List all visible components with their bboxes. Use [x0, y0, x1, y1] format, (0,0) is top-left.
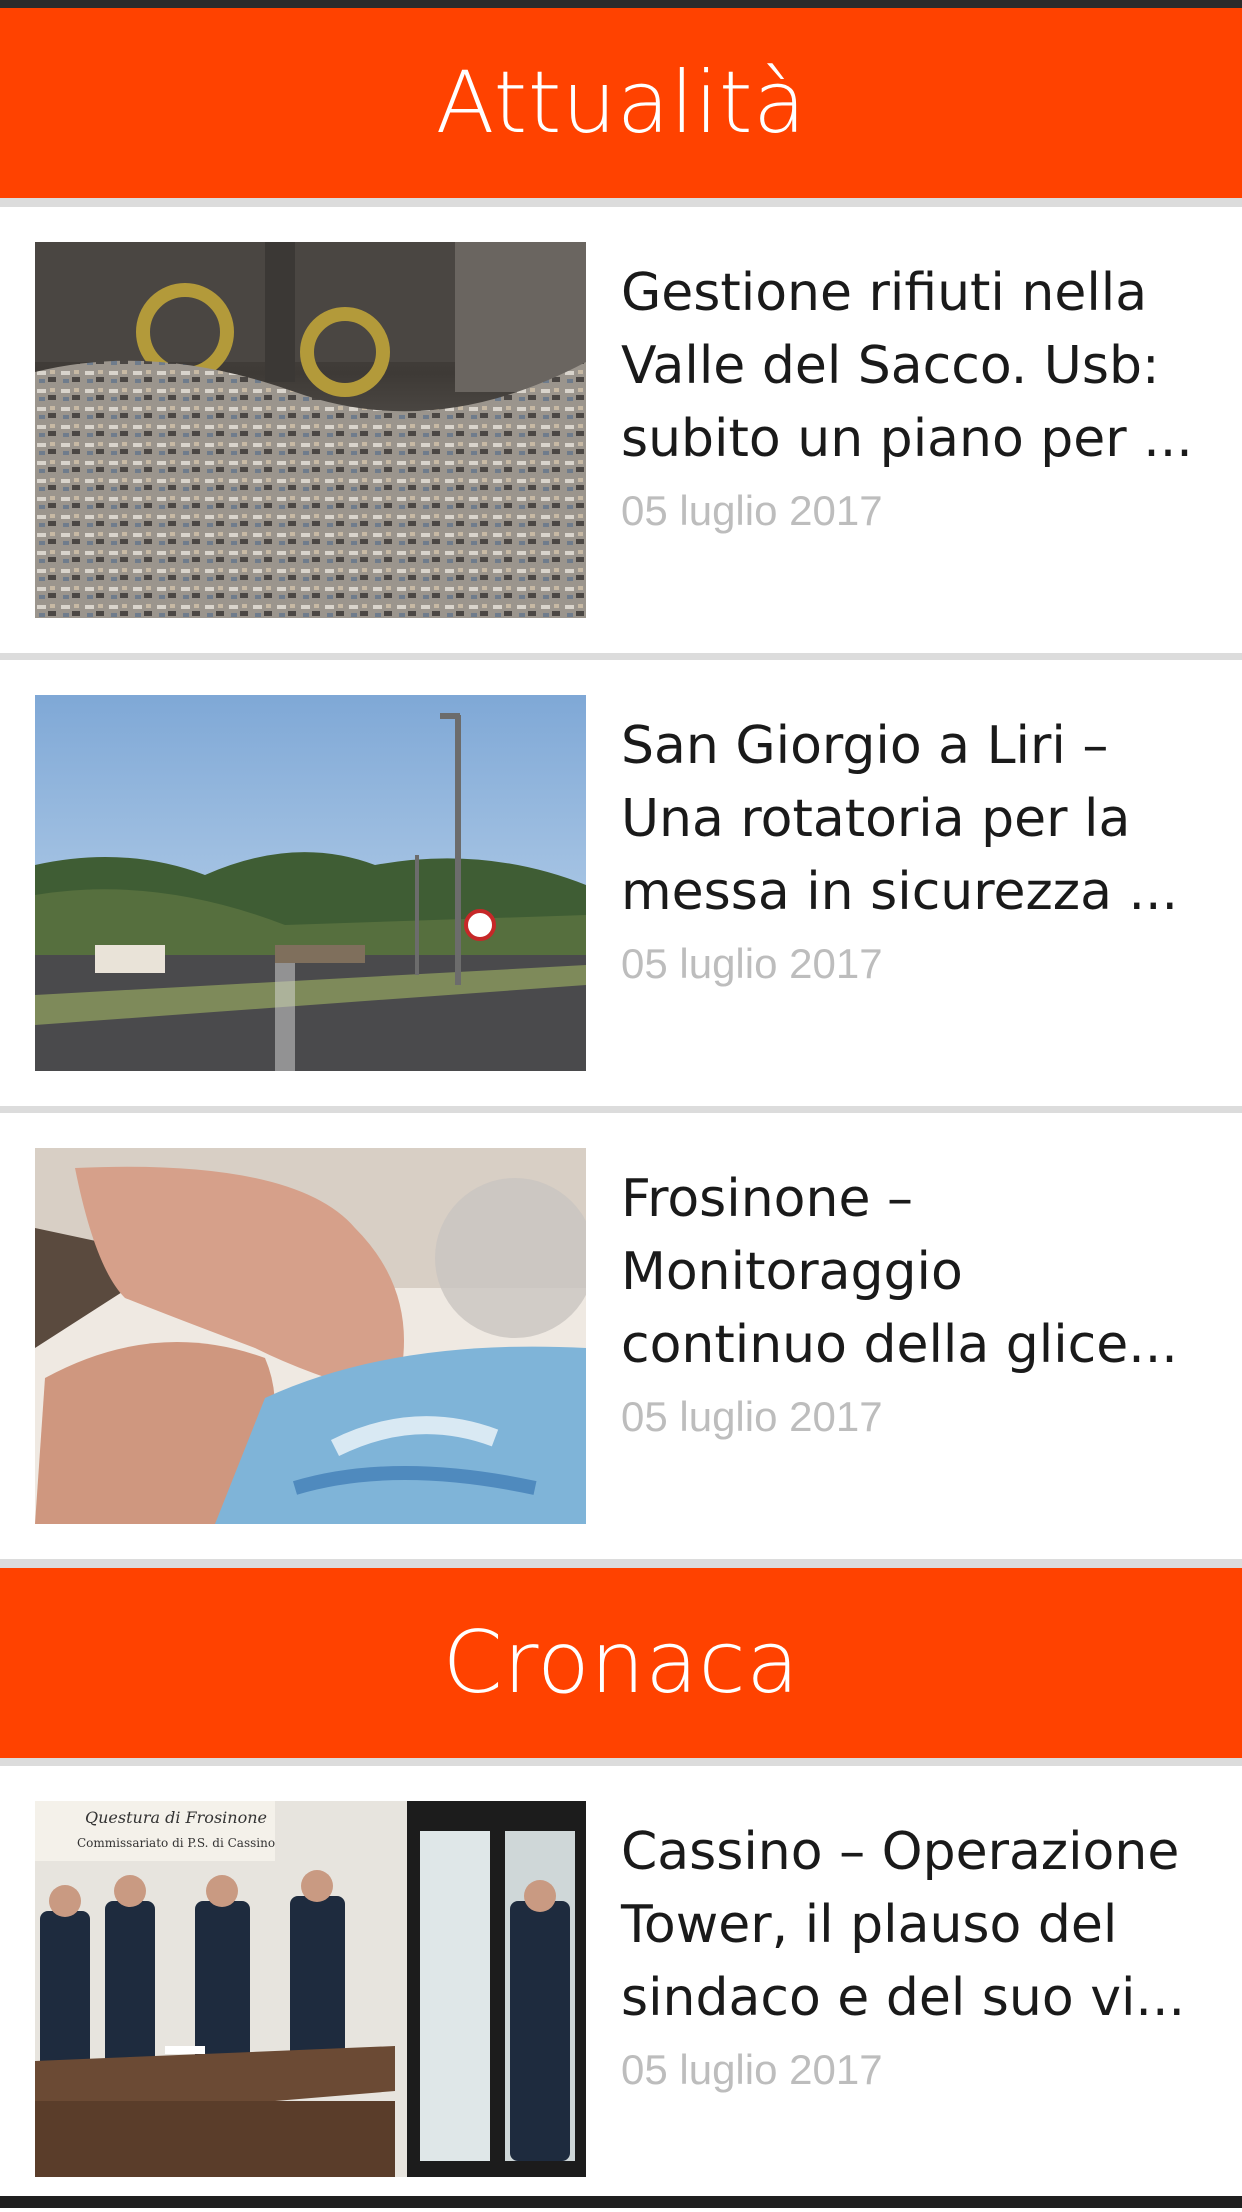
section-title: Attualità	[435, 53, 807, 153]
title-line: messa in sicurezza ...	[621, 862, 1179, 922]
title-line: Tower, il plauso del	[621, 1895, 1118, 1955]
article-card[interactable]: Frosinone – Monitoraggio continuo della …	[0, 1113, 1242, 1559]
status-bar-strip	[0, 0, 1242, 8]
article-date: 05 luglio 2017	[621, 487, 883, 534]
title-line: Valle del Sacco. Usb:	[621, 336, 1160, 396]
title-line: Cassino – Operazione	[621, 1822, 1180, 1882]
title-line: subito un piano per ...	[621, 409, 1193, 469]
article-thumbnail-road[interactable]	[35, 695, 586, 1071]
article-title[interactable]: Gestione rifiuti nella Valle del Sacco. …	[621, 257, 1211, 476]
article-card[interactable]: Questura di Frosinone Commissariato di P…	[0, 1766, 1242, 2212]
image-sign-line: Questura di Frosinone	[85, 1808, 267, 1827]
section-header-attualita[interactable]: Attualità	[0, 8, 1242, 198]
article-date: 05 luglio 2017	[621, 1393, 883, 1440]
article-card[interactable]: Gestione rifiuti nella Valle del Sacco. …	[0, 207, 1242, 653]
navigation-bar-strip	[0, 2196, 1242, 2208]
title-line: Monitoraggio	[621, 1242, 963, 1302]
article-thumbnail-police[interactable]: Questura di Frosinone Commissariato di P…	[35, 1801, 586, 2177]
article-thumbnail-hands[interactable]	[35, 1148, 586, 1524]
image-sign-line: Commissariato di P.S. di Cassino	[77, 1836, 275, 1850]
section-header-cronaca[interactable]: Cronaca	[0, 1568, 1242, 1758]
article-date: 05 luglio 2017	[621, 940, 883, 987]
article-title[interactable]: Frosinone – Monitoraggio continuo della …	[621, 1163, 1211, 1382]
section-title: Cronaca	[442, 1613, 800, 1713]
article-date: 05 luglio 2017	[621, 2046, 883, 2093]
article-title[interactable]: San Giorgio a Liri – Una rotatoria per l…	[621, 710, 1211, 929]
title-line: Una rotatoria per la	[621, 789, 1131, 849]
article-thumbnail-waste[interactable]	[35, 242, 586, 618]
article-title[interactable]: Cassino – Operazione Tower, il plauso de…	[621, 1816, 1211, 2035]
title-line: Gestione rifiuti nella	[621, 263, 1148, 323]
title-line: San Giorgio a Liri –	[621, 716, 1109, 776]
title-line: continuo della glice...	[621, 1315, 1178, 1375]
title-line: Frosinone –	[621, 1169, 913, 1229]
title-line: sindaco e del suo vi...	[621, 1968, 1186, 2028]
article-card[interactable]: San Giorgio a Liri – Una rotatoria per l…	[0, 660, 1242, 1106]
